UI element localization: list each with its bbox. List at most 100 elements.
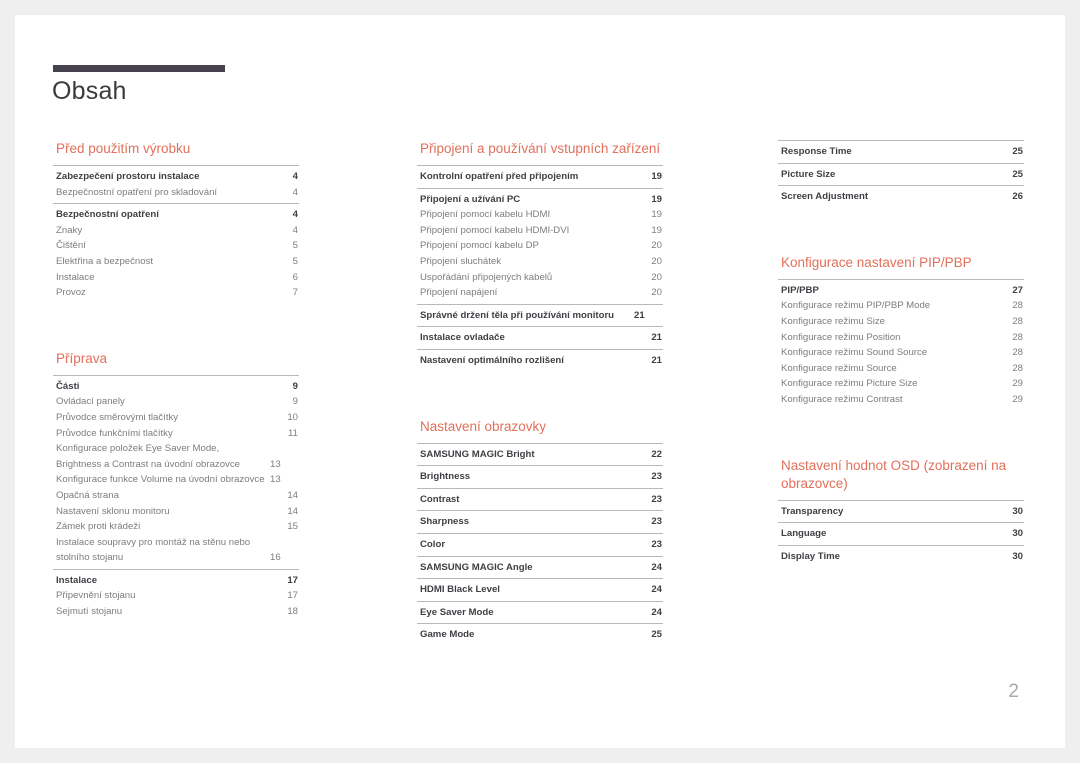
toc-group: Eye Saver Mode 24 xyxy=(417,600,663,624)
toc-entry[interactable]: Provoz 7 xyxy=(53,285,299,301)
toc-group: Transparency 30 xyxy=(778,499,1024,523)
toc-entry[interactable]: Picture Size 25 xyxy=(778,167,1024,183)
section-heading: Konfigurace nastavení PIP/PBP xyxy=(781,254,972,270)
toc-entry-label: Instalace xyxy=(56,271,95,283)
toc-entry-label: Screen Adjustment xyxy=(781,191,869,203)
toc-group: Instalace ovladače 21 xyxy=(417,326,663,349)
toc-entry[interactable]: Připojení pomocí kabelu HDMI 19 xyxy=(417,207,663,223)
toc-entry[interactable]: Instalace ovladače 21 xyxy=(417,330,663,346)
toc-entry-label: Bezpečnostní opatření pro skladování xyxy=(56,186,218,198)
toc-entry-label: Správné držení těla při používání monito… xyxy=(420,309,615,321)
toc-entry[interactable]: Bezpečnostní opatření pro skladování 4 xyxy=(53,185,299,201)
toc-entry[interactable]: Screen Adjustment 26 xyxy=(778,189,1024,205)
toc-entry-page: 24 xyxy=(651,584,662,596)
toc-entry[interactable]: Brightness 23 xyxy=(417,469,663,485)
section-heading: Připojení a používání vstupních zařízení xyxy=(420,141,661,156)
toc-entry-page: 7 xyxy=(292,287,298,299)
toc-entry[interactable]: Response Time 25 xyxy=(778,144,1024,160)
toc-entry[interactable]: Elektřina a bezpečnost 5 xyxy=(53,254,299,270)
toc-entry[interactable]: Nastavení sklonu monitoru 14 xyxy=(53,504,299,520)
toc-entry[interactable]: Konfigurace funkce Volume na úvodní obra… xyxy=(53,472,299,488)
toc-entry[interactable]: Display Time 30 xyxy=(778,549,1024,565)
toc-entry[interactable]: Sharpness 23 xyxy=(417,514,663,530)
toc-entry[interactable]: Sejmutí stojanu 18 xyxy=(53,604,299,620)
toc-entry-page: 28 xyxy=(1012,315,1023,327)
toc-entry[interactable]: Bezpečnostní opatření 4 xyxy=(53,207,299,223)
section-heading: Nastavení hodnot OSD (zobrazení na obraz… xyxy=(781,457,1007,491)
toc-entry[interactable]: Transparency 30 xyxy=(778,504,1024,520)
toc-entry[interactable]: Připojení sluchátek 20 xyxy=(417,254,663,270)
toc-entry[interactable]: Části 9 xyxy=(53,379,299,395)
toc-entry[interactable]: Language 30 xyxy=(778,526,1024,542)
toc-entry-page: 5 xyxy=(292,240,298,252)
toc-entry[interactable]: Konfigurace režimu Position 28 xyxy=(778,330,1024,346)
toc-entry[interactable]: Připojení napájení 20 xyxy=(417,285,663,301)
toc-entry[interactable]: Průvodce funkčními tlačítky 11 xyxy=(53,426,299,442)
toc-column-1: Před použitím výrobku Zabezpečení prostor… xyxy=(53,140,299,623)
toc-entry-label: Části xyxy=(56,380,80,392)
toc-entry-label: Připojení a užívání PC xyxy=(420,193,521,205)
toc-entry-label: Nastavení optimálního rozlišení xyxy=(420,354,564,366)
toc-column-2: Připojení a používání vstupních zařízení… xyxy=(417,140,663,646)
toc-entry[interactable]: Čištění 5 xyxy=(53,238,299,254)
toc-entry[interactable]: Eye Saver Mode 24 xyxy=(417,605,663,621)
toc-entry[interactable]: Konfigurace režimu Picture Size 29 xyxy=(778,376,1024,392)
toc-entry[interactable]: PIP/PBP 27 xyxy=(778,283,1024,299)
toc-entry-label: Připojení sluchátek xyxy=(420,255,502,267)
toc-entry[interactable]: Průvodce směrovými tlačítky 10 xyxy=(53,410,299,426)
toc-entry-page: 4 xyxy=(292,171,298,182)
toc-entry[interactable]: Konfigurace režimu Sound Source 28 xyxy=(778,345,1024,361)
toc-entry[interactable]: HDMI Black Level 24 xyxy=(417,582,663,598)
toc-entry[interactable]: Znaky 4 xyxy=(53,223,299,239)
toc-entry[interactable]: Nastavení optimálního rozlišení 21 xyxy=(417,353,663,369)
toc-entry[interactable]: Color 23 xyxy=(417,537,663,553)
toc-group: Picture Size 25 xyxy=(778,162,1024,186)
toc-entry[interactable]: Připevnění stojanu 17 xyxy=(53,588,299,604)
toc-group: Response Time 25 xyxy=(778,140,1024,163)
toc-entry-page: 28 xyxy=(1012,331,1023,343)
toc-entry-label: Znaky xyxy=(56,224,83,236)
toc-entry[interactable]: Konfigurace režimu Size 28 xyxy=(778,314,1024,330)
toc-entry[interactable]: Contrast 23 xyxy=(417,492,663,508)
toc-entry[interactable]: Ovládací panely 9 xyxy=(53,394,299,410)
toc-entry-label: Ovládací panely xyxy=(56,396,125,408)
toc-entry-page: 20 xyxy=(651,271,662,283)
toc-entry[interactable]: Zabezpečení prostoru instalace 4 xyxy=(53,169,299,185)
toc-entry-page: 4 xyxy=(292,186,298,198)
toc-entry-page: 20 xyxy=(651,255,662,267)
toc-entry[interactable]: Opačná strana 14 xyxy=(53,488,299,504)
toc-entry[interactable]: Konfigurace režimu PIP/PBP Mode 28 xyxy=(778,298,1024,314)
toc-entry[interactable]: Konfigurace režimu Source 28 xyxy=(778,361,1024,377)
toc-entry[interactable]: Zámek proti krádeži 15 xyxy=(53,519,299,535)
toc-entry[interactable]: SAMSUNG MAGIC Angle 24 xyxy=(417,560,663,576)
page-title: Obsah xyxy=(52,77,127,105)
toc-entry[interactable]: Instalace soupravy pro montáž na stěnu n… xyxy=(53,535,299,566)
toc-entry[interactable]: Instalace 17 xyxy=(53,573,299,589)
toc-entry[interactable]: Konfigurace režimu Contrast 29 xyxy=(778,392,1024,408)
toc-entry[interactable]: Připojení pomocí kabelu HDMI-DVI 19 xyxy=(417,223,663,239)
toc-entry[interactable]: Připojení a užívání PC 19 xyxy=(417,192,663,208)
toc-entry-label: Elektřina a bezpečnost xyxy=(56,255,154,267)
toc-entry-label: Opačná strana xyxy=(56,489,119,501)
toc-entry[interactable]: SAMSUNG MAGIC Bright 22 xyxy=(417,447,663,463)
toc-section: Nastavení hodnot OSD (zobrazení na obraz… xyxy=(778,411,1024,568)
toc-entry-label: SAMSUNG MAGIC Bright xyxy=(420,448,535,460)
toc-entry-label: Připojení pomocí kabelu HDMI-DVI xyxy=(420,224,570,236)
toc-entry-page: 19 xyxy=(651,193,662,205)
toc-section: Nastavení obrazovky SAMSUNG MAGIC Bright 2… xyxy=(417,372,663,646)
toc-entry[interactable]: Kontrolní opatření před připojením 19 xyxy=(417,169,663,185)
toc-entry[interactable]: Připojení pomocí kabelu DP 20 xyxy=(417,238,663,254)
toc-entry[interactable]: Game Mode 25 xyxy=(417,627,663,643)
toc-group: SAMSUNG MAGIC Angle 24 xyxy=(417,555,663,579)
toc-entry[interactable]: Správné držení těla při používání monito… xyxy=(417,308,663,324)
section-heading: Nastavení obrazovky xyxy=(420,418,547,434)
toc-entry-page: 29 xyxy=(1012,393,1023,405)
toc-entry[interactable]: Uspořádání připojených kabelů 20 xyxy=(417,270,663,286)
toc-entry-page: 23 xyxy=(651,493,662,505)
toc-entry-page: 23 xyxy=(651,538,662,550)
toc-entry[interactable]: Instalace 6 xyxy=(53,270,299,286)
toc-entry-page: 30 xyxy=(1012,505,1023,517)
toc-entry[interactable]: Konfigurace položek Eye Saver Mode, Brig… xyxy=(53,441,299,472)
